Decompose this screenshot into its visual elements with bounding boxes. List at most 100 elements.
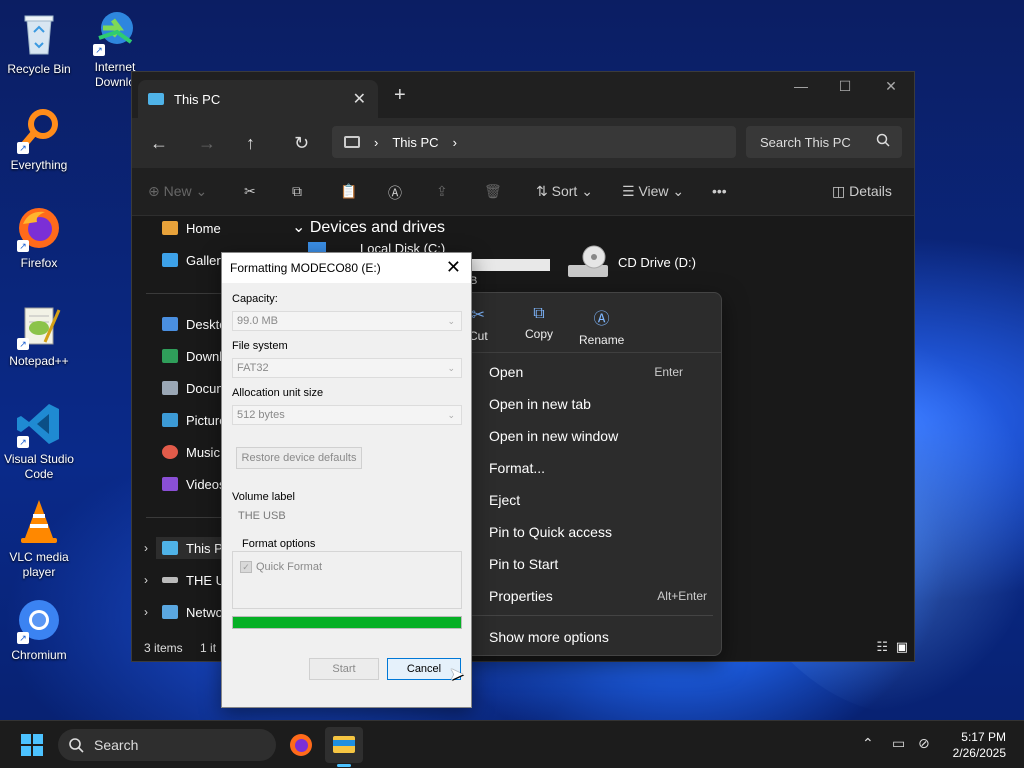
volume-muted-icon[interactable]: ⊘ (918, 735, 930, 752)
menu-item-show-more-options[interactable]: Show more options (489, 625, 707, 649)
menu-item-properties[interactable]: Properties Alt+Enter (489, 584, 707, 608)
monitor-icon (162, 541, 178, 555)
shortcut-arrow-icon: ↗ (17, 240, 29, 252)
delete-icon[interactable]: 🗑 (484, 183, 502, 200)
search-input[interactable]: Search This PC (746, 126, 902, 158)
details-button[interactable]: ◫ Details (832, 183, 892, 200)
tiles-view-icon[interactable]: ▣ (896, 639, 908, 655)
close-window-button[interactable]: ✕ (868, 78, 914, 95)
network-status-icon[interactable]: ▭ (892, 735, 905, 752)
copy-icon[interactable]: ⧉ (292, 183, 302, 200)
up-button[interactable]: ↑ (246, 133, 255, 154)
forward-button[interactable]: → (198, 133, 216, 154)
cd-drive-icon (568, 245, 608, 277)
sort-button[interactable]: ⇅ Sort ⌄ (536, 183, 593, 200)
context-copy-button[interactable]: ⧉ Copy (525, 305, 553, 341)
drive-cd[interactable]: CD Drive (D:) (566, 243, 696, 281)
nav-item-gallery[interactable]: Gallery (162, 249, 227, 271)
capacity-select[interactable]: 99.0 MB ⌄ (232, 311, 462, 331)
menu-item-format[interactable]: Format... (489, 456, 707, 480)
checkmark-icon: ✓ (240, 561, 252, 573)
maximize-button[interactable]: ☐ (822, 78, 868, 95)
tab-this-pc[interactable]: This PC ✕ (138, 80, 378, 118)
capacity-label: Capacity: (232, 293, 278, 305)
restore-defaults-button[interactable]: Restore device defaults (236, 447, 362, 469)
everything-search-icon: ↗ (15, 106, 63, 154)
breadcrumb-this-pc[interactable]: This PC (392, 135, 438, 150)
desktop-icon-chromium[interactable]: ↗ Chromium (0, 596, 78, 663)
close-tab-icon[interactable]: ✕ (353, 89, 366, 109)
taskbar-file-explorer[interactable] (325, 727, 363, 767)
start-button[interactable]: Start (309, 658, 379, 680)
tool-label: Copy (525, 327, 554, 341)
cut-icon[interactable]: ✂ (244, 183, 256, 200)
nav-item-downloads[interactable]: Downl (162, 345, 222, 367)
group-heading[interactable]: ⌄ Devices and drives (292, 217, 445, 237)
desktop-icon-everything[interactable]: ↗ Everything (0, 106, 78, 173)
nav-item-music[interactable]: Music (162, 441, 220, 463)
nav-item-pictures[interactable]: Picture (162, 409, 226, 431)
chevron-up-icon[interactable]: ⌃ (862, 735, 874, 752)
chevron-right-icon[interactable]: › (144, 605, 148, 619)
active-app-indicator (337, 764, 351, 767)
menu-item-eject[interactable]: Eject (489, 488, 707, 512)
nav-item-home[interactable]: Home (162, 217, 221, 239)
drive-usage-bar (468, 259, 550, 271)
nav-item-desktop[interactable]: Deskto (162, 313, 226, 335)
menu-item-open[interactable]: Open Enter (489, 360, 707, 384)
menu-item-pin-start[interactable]: Pin to Start (489, 552, 707, 576)
allocation-select[interactable]: 512 bytes ⌄ (232, 405, 462, 425)
shortcut-arrow-icon: ↗ (93, 44, 105, 56)
minimize-button[interactable]: — (778, 78, 824, 94)
taskbar-firefox[interactable] (282, 727, 320, 763)
plus-circle-icon: ⊕ (148, 183, 160, 199)
quick-format-checkbox[interactable]: ✓ Quick Format (240, 561, 322, 573)
network-icon (162, 605, 178, 619)
address-field[interactable]: › This PC › (332, 126, 736, 158)
desktop-icon-firefox[interactable]: ↗ Firefox (0, 204, 78, 271)
taskbar-search[interactable]: Search (58, 729, 276, 761)
volume-label-input[interactable]: THE USB (232, 507, 462, 527)
start-button[interactable] (21, 734, 43, 756)
rename-icon: Ⓐ (593, 311, 610, 328)
filesystem-select[interactable]: FAT32 ⌄ (232, 358, 462, 378)
chevron-right-icon[interactable]: › (453, 135, 457, 150)
details-view-icon[interactable]: ☷ (876, 639, 888, 655)
menu-label: Open in new tab (489, 396, 591, 412)
vscode-icon: ↗ (15, 400, 63, 448)
context-rename-button[interactable]: Ⓐ Rename (579, 305, 624, 347)
back-button[interactable]: ← (150, 133, 168, 154)
more-options-icon[interactable]: ••• (712, 183, 727, 199)
drive-label: CD Drive (D:) (618, 254, 696, 270)
desktop-icon-vlc[interactable]: VLC media player (0, 498, 78, 580)
menu-item-pin-quick-access[interactable]: Pin to Quick access (489, 520, 707, 544)
nav-item-documents[interactable]: Docum (162, 377, 227, 399)
new-button[interactable]: ⊕ New ⌄ (148, 183, 207, 200)
chevron-right-icon[interactable]: › (144, 573, 148, 587)
allocation-value: 512 bytes (237, 409, 285, 421)
nav-item-network[interactable]: Netwo (162, 601, 223, 623)
nav-label: Netwo (186, 604, 223, 620)
paste-icon[interactable]: 📋 (340, 183, 357, 200)
desktop-icon-notepadpp[interactable]: ↗ Notepad++ (0, 302, 78, 369)
address-bar-row: ← → ↑ ↻ › This PC › Search This PC (132, 118, 914, 168)
menu-item-open-new-window[interactable]: Open in new window (489, 424, 707, 448)
nav-label: Home (186, 220, 221, 236)
search-placeholder: Search This PC (760, 134, 851, 150)
nav-item-videos[interactable]: Videos (162, 473, 226, 495)
context-quick-actions: ✂ Cut ⧉ Copy Ⓐ Rename (463, 293, 721, 353)
chevron-right-icon[interactable]: › (144, 541, 148, 555)
new-tab-button[interactable]: + (394, 84, 406, 107)
share-icon[interactable]: ⇪ (436, 183, 448, 200)
menu-item-open-new-tab[interactable]: Open in new tab (489, 392, 707, 416)
close-icon[interactable]: ✕ (446, 257, 461, 278)
rename-icon[interactable]: Ⓐ (388, 183, 402, 203)
desktop-icon-label: Visual Studio Code (4, 452, 74, 481)
system-clock[interactable]: 5:17 PM 2/26/2025 (953, 729, 1006, 761)
dialog-title-bar: Formatting MODECO80 (E:) ✕ (222, 253, 471, 283)
nav-label: Music (186, 444, 220, 460)
view-button[interactable]: ☰ View ⌄ (622, 183, 684, 200)
refresh-button[interactable]: ↻ (294, 133, 309, 154)
desktop-icon-recycle-bin[interactable]: Recycle Bin (0, 10, 78, 77)
desktop-icon-vscode[interactable]: ↗ Visual Studio Code (0, 400, 78, 482)
